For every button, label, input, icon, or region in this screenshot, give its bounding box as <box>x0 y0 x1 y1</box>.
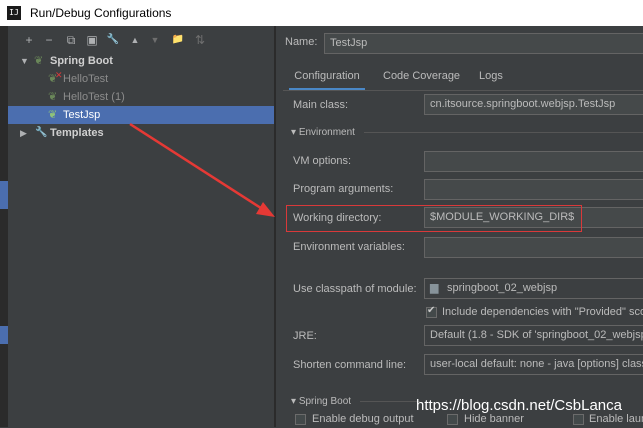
annotation-arrow <box>129 122 275 217</box>
arrow-head <box>256 202 275 217</box>
watermark-text: https://blog.csdn.net/CsbLanca <box>416 397 622 414</box>
arrow-shaft <box>129 122 265 212</box>
